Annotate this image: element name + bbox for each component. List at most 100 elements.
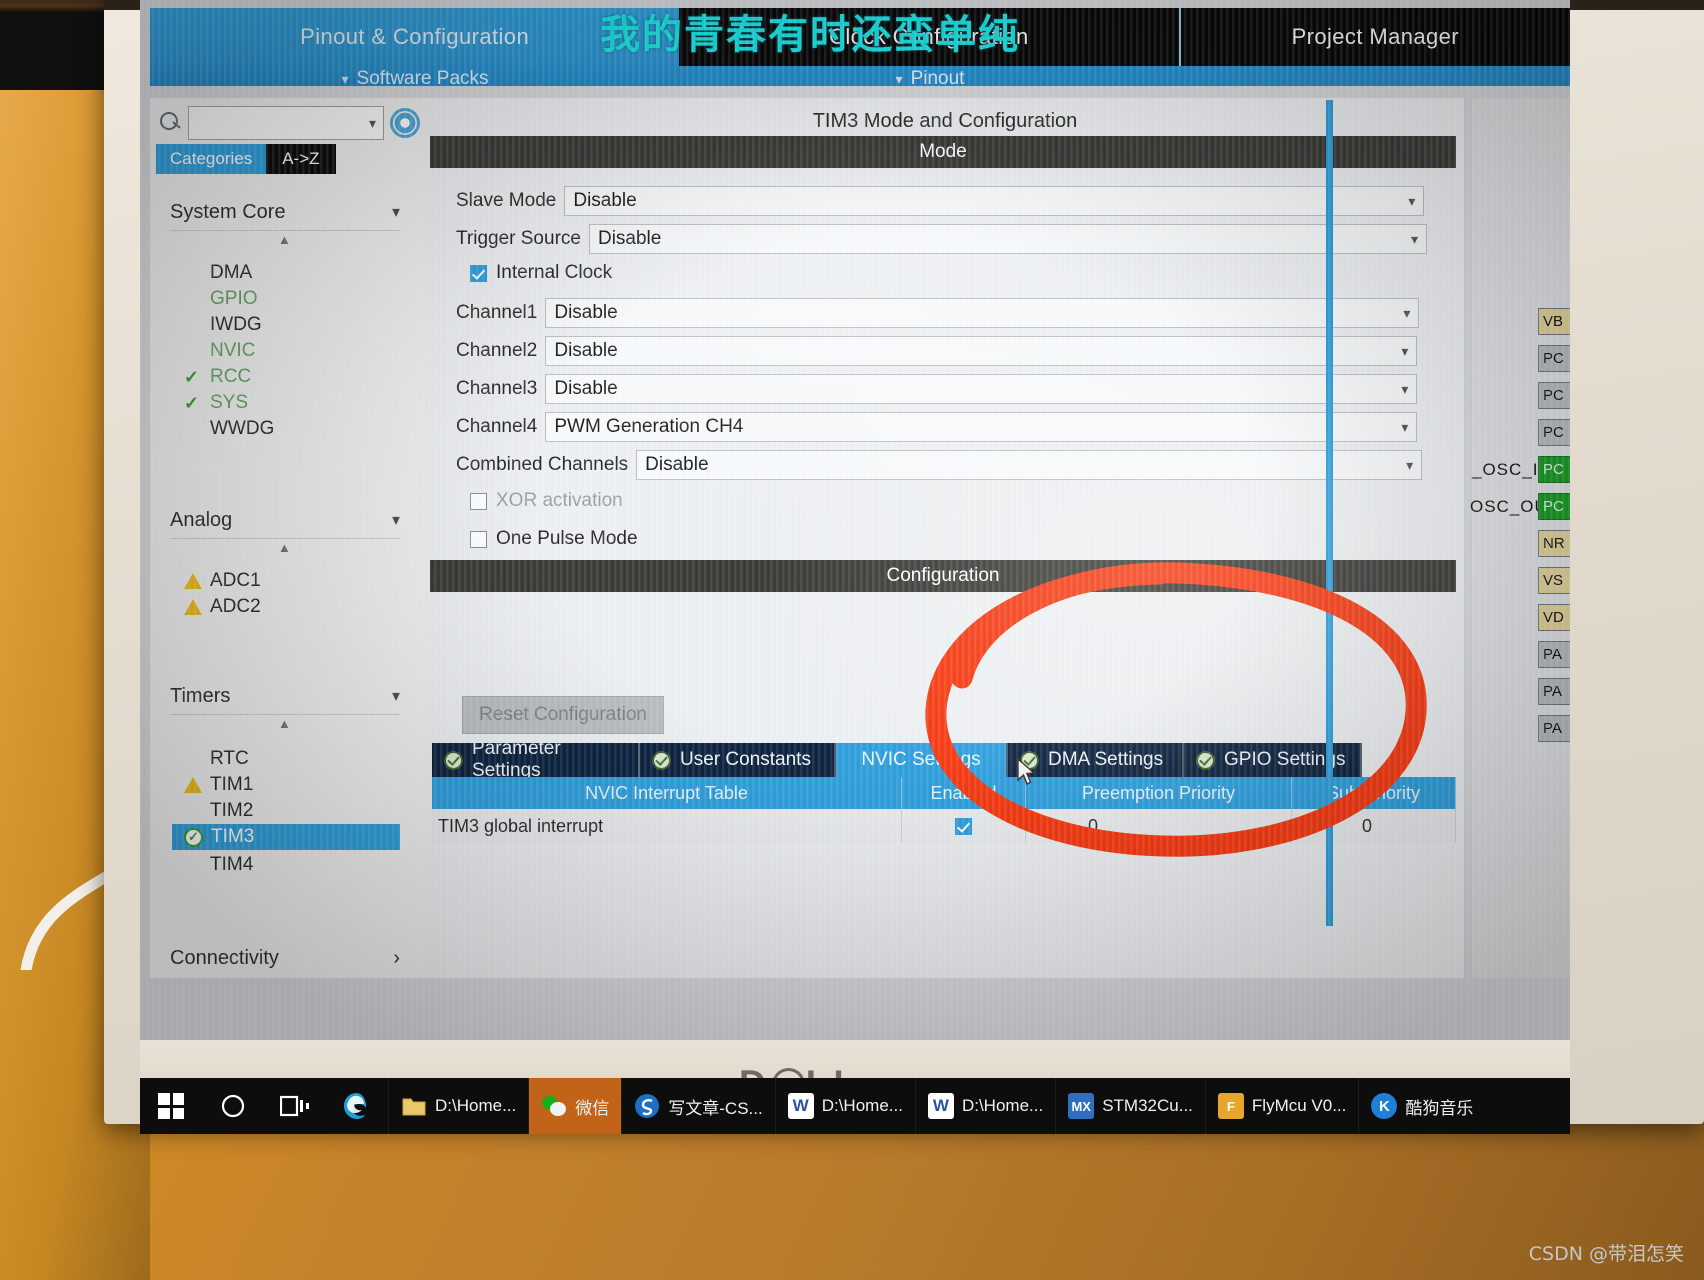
- settings-tab-strip: Parameter Settings User Constants NVIC S…: [432, 738, 1456, 781]
- table-row[interactable]: TIM3 global interrupt 0 0: [432, 809, 1456, 843]
- taskbar-item-sogou[interactable]: 写文章-CS...: [621, 1078, 774, 1134]
- checkbox-one-pulse-mode[interactable]: One Pulse Mode: [470, 528, 638, 550]
- sidebar-group-connectivity[interactable]: Connectivity ›: [170, 943, 400, 973]
- combo-slave-mode[interactable]: Disable ▾: [564, 186, 1425, 216]
- tab-user-constants[interactable]: User Constants: [640, 743, 836, 777]
- column-header-enabled[interactable]: Enabled: [902, 777, 1026, 809]
- checkbox-xor-activation[interactable]: XOR activation: [470, 490, 623, 512]
- tab-nvic-settings[interactable]: NVIC Settings: [836, 743, 1008, 777]
- sidebar-item-wwdg[interactable]: WWDG: [184, 416, 400, 442]
- sub-item-pinout[interactable]: ▾ Pinout: [680, 66, 1180, 92]
- combo-channel3[interactable]: Disable ▾: [545, 374, 1418, 404]
- sidebar-group-analog-label: Analog: [170, 508, 233, 531]
- status-none-icon: [184, 420, 202, 438]
- sidebar-search-row: ▾: [156, 104, 420, 142]
- taskbar-item-word-2[interactable]: W D:\Home...: [914, 1078, 1055, 1134]
- column-header-nvic-interrupt-table[interactable]: NVIC Interrupt Table: [432, 777, 902, 809]
- sidebar-group-system-core[interactable]: System Core ▾: [170, 194, 400, 231]
- sidebar-item-tim2[interactable]: TIM2: [184, 798, 400, 824]
- pin-chip-pa-2-label: PA: [1543, 683, 1562, 700]
- sidebar-group-timers[interactable]: Timers ▾: [170, 678, 400, 715]
- label-combined-channels: Combined Channels: [456, 454, 629, 475]
- pin-chip-pc-5[interactable]: PC: [1538, 493, 1570, 520]
- taskbar-item-flymcu[interactable]: F FlyMcu V0...: [1204, 1078, 1358, 1134]
- pin-chip-pc-3[interactable]: PC: [1538, 419, 1570, 446]
- cell-interrupt-name-label: TIM3 global interrupt: [438, 815, 604, 836]
- edge-browser-icon[interactable]: [326, 1078, 388, 1134]
- sidebar-item-adc2[interactable]: ADC2: [184, 594, 400, 620]
- pin-chip-vb-label: VB: [1543, 313, 1564, 330]
- sidebar-item-sys[interactable]: ✓ SYS: [184, 390, 400, 416]
- cell-preemption-priority[interactable]: 0: [1026, 809, 1292, 843]
- pin-chip-pc-1[interactable]: PC: [1538, 345, 1570, 372]
- windows-start-icon[interactable]: [140, 1078, 202, 1134]
- search-input[interactable]: ▾: [188, 106, 384, 140]
- reset-configuration-button[interactable]: Reset Configuration: [462, 696, 664, 734]
- sub-item-software-packs-label: Software Packs: [356, 68, 489, 89]
- sidebar-item-rtc[interactable]: RTC: [184, 746, 400, 772]
- combo-trigger-source[interactable]: Disable ▾: [588, 224, 1427, 254]
- sidebar-item-iwdg[interactable]: IWDG: [184, 312, 400, 338]
- checkbox-internal-clock[interactable]: Internal Clock: [470, 262, 612, 284]
- pin-chip-pa-1[interactable]: PA: [1538, 641, 1570, 668]
- task-view-icon[interactable]: [264, 1078, 326, 1134]
- mode-section-header: Mode: [430, 136, 1456, 168]
- taskbar-item-word-1[interactable]: W D:\Home...: [774, 1078, 915, 1134]
- flymcu-icon: F: [1217, 1093, 1244, 1119]
- sub-item-software-packs[interactable]: ▾ Software Packs: [150, 66, 680, 92]
- sidebar-item-nvic[interactable]: NVIC: [184, 338, 400, 364]
- tab-project-manager[interactable]: Project Manager: [1178, 8, 1570, 66]
- configuration-section-header: Configuration: [430, 560, 1456, 592]
- sidebar-item-rcc[interactable]: ✓ RCC: [184, 364, 400, 390]
- sidebar-item-gpio[interactable]: GPIO: [184, 286, 400, 312]
- scroll-up-arrow-icon[interactable]: ▲: [278, 232, 291, 247]
- status-none-icon: [184, 264, 202, 282]
- combo-channel4[interactable]: PWM Generation CH4 ▾: [545, 412, 1418, 442]
- pin-chip-pc-3-label: PC: [1543, 424, 1564, 441]
- pin-chip-pc-4[interactable]: PC: [1538, 456, 1570, 483]
- sidebar-item-tim4[interactable]: TIM4: [184, 852, 400, 878]
- pin-chip-vb[interactable]: VB: [1538, 308, 1570, 335]
- pin-chip-pc-2[interactable]: PC: [1538, 382, 1570, 409]
- combo-channel1[interactable]: Disable ▾: [545, 298, 1420, 328]
- pin-chip-nr[interactable]: NR: [1538, 530, 1570, 557]
- sidebar-item-dma[interactable]: DMA: [184, 260, 400, 286]
- panel-scroll-indicator[interactable]: [1326, 100, 1333, 926]
- sub-toolbar: ▾ Software Packs ▾ Pinout: [150, 66, 1570, 92]
- sidebar-item-tim3[interactable]: ✓ TIM3: [172, 824, 400, 850]
- chevron-down-icon: ▾: [1403, 304, 1411, 321]
- tab-gpio-settings[interactable]: GPIO Settings: [1184, 743, 1362, 777]
- sidebar-group-analog[interactable]: Analog ▾: [170, 502, 400, 539]
- gear-icon[interactable]: [390, 108, 420, 138]
- pin-chip-nr-label: NR: [1543, 535, 1565, 552]
- search-icon[interactable]: [202, 1078, 264, 1134]
- taskbar-item-kugou-label: 酷狗音乐: [1405, 1098, 1474, 1118]
- cell-enabled[interactable]: [902, 809, 1026, 843]
- sidebar-item-tim1[interactable]: TIM1: [184, 772, 400, 798]
- view-button-az[interactable]: A->Z: [266, 144, 336, 174]
- taskbar-item-flymcu-label: FlyMcu V0...: [1251, 1096, 1347, 1115]
- pin-chip-vd[interactable]: VD: [1538, 604, 1570, 631]
- taskbar-item-stm32cubemx[interactable]: MX STM32Cu...: [1055, 1078, 1205, 1134]
- column-header-sub-priority[interactable]: Sub Priority: [1292, 777, 1456, 809]
- row-combined-channels: Combined Channels Disable ▾: [456, 448, 1423, 482]
- pin-chip-vs[interactable]: VS: [1538, 567, 1570, 594]
- sidebar-item-adc1[interactable]: ADC1: [184, 568, 400, 594]
- chevron-down-icon: ▾: [895, 70, 903, 87]
- pin-chip-pa-3[interactable]: PA: [1538, 715, 1570, 742]
- pin-chip-pc-1-label: PC: [1543, 350, 1564, 367]
- taskbar-item-folder[interactable]: D:\Home...: [388, 1078, 528, 1134]
- scroll-up-arrow-icon[interactable]: ▲: [278, 716, 291, 731]
- pin-chip-pa-2[interactable]: PA: [1538, 678, 1570, 705]
- status-none-icon: [184, 342, 202, 360]
- cell-sub-priority[interactable]: 0: [1292, 809, 1456, 843]
- view-button-categories[interactable]: Categories: [156, 144, 267, 174]
- combo-channel4-value: PWM Generation CH4: [554, 416, 744, 437]
- scroll-up-arrow-icon[interactable]: ▲: [278, 540, 291, 555]
- combo-channel2[interactable]: Disable ▾: [545, 336, 1418, 366]
- tab-parameter-settings[interactable]: Parameter Settings: [432, 738, 640, 781]
- taskbar-item-wechat[interactable]: 微信: [528, 1078, 622, 1134]
- column-header-preemption-priority[interactable]: Preemption Priority: [1026, 777, 1292, 809]
- taskbar-item-kugou[interactable]: K 酷狗音乐: [1358, 1078, 1485, 1134]
- combo-combined-channels[interactable]: Disable ▾: [636, 450, 1423, 480]
